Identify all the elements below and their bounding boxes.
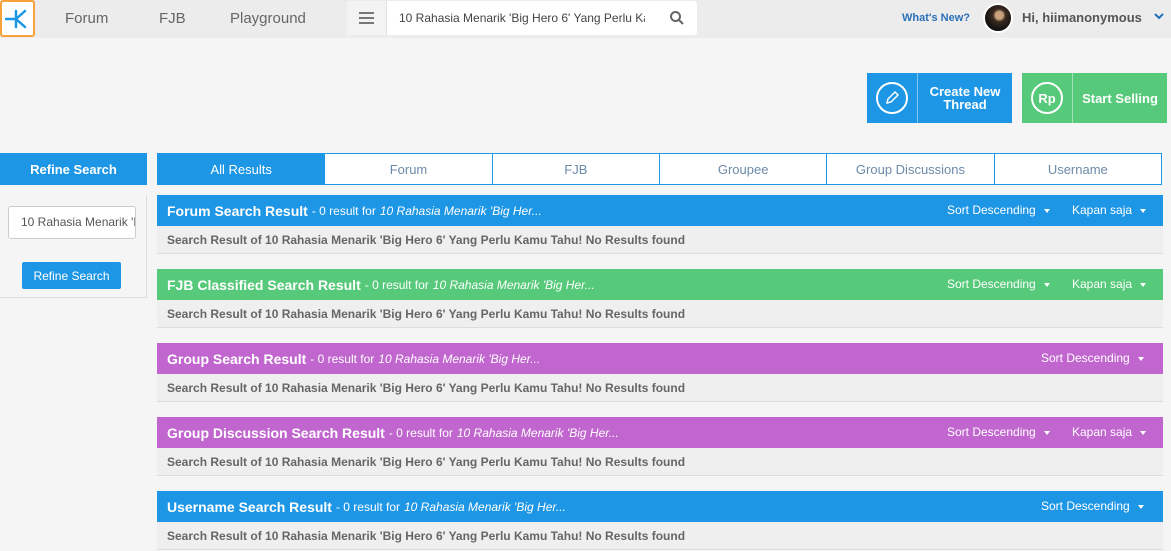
refine-search-panel: 10 Rahasia Menarik 'Big Hero 6' Yang Per…	[0, 195, 147, 298]
no-results-message: Search Result of 10 Rahasia Menarik 'Big…	[157, 226, 1163, 254]
result-query: 10 Rahasia Menarik 'Big Her...	[456, 425, 619, 440]
result-count: - 0 result for	[311, 203, 376, 218]
sort-dropdown[interactable]: Sort Descending	[947, 425, 1050, 439]
kaskus-logo-icon[interactable]	[0, 0, 35, 37]
sort-dropdown[interactable]: Sort Descending	[1041, 499, 1144, 513]
chevron-down-icon	[1043, 208, 1050, 213]
result-query: 10 Rahasia Menarik 'Big Her...	[378, 351, 541, 366]
result-count: - 0 result for	[364, 277, 429, 292]
tab-username[interactable]: Username	[994, 153, 1162, 185]
section-title: Group Search Result	[167, 350, 307, 367]
avatar[interactable]	[983, 3, 1013, 33]
user-greeting[interactable]: Hi, hiimanonymous	[1022, 10, 1142, 25]
whats-new-link[interactable]: What's New?	[902, 12, 970, 24]
time-dropdown[interactable]: Kapan saja	[1072, 203, 1147, 217]
chevron-down-icon	[1137, 356, 1144, 361]
nav-playground-link[interactable]: Playground	[230, 10, 306, 27]
result-query: 10 Rahasia Menarik 'Big Her...	[379, 203, 542, 218]
refine-search-title: Refine Search	[0, 153, 147, 185]
tab-fjb[interactable]: FJB	[492, 153, 660, 185]
chevron-down-icon	[1140, 282, 1147, 287]
no-results-message: Search Result of 10 Rahasia Menarik 'Big…	[157, 448, 1163, 476]
refine-search-button[interactable]: Refine Search	[22, 262, 121, 289]
create-thread-button[interactable]: Create New Thread	[867, 73, 1012, 123]
chevron-down-icon	[1137, 504, 1144, 509]
chevron-down-icon	[1043, 282, 1050, 287]
chevron-down-icon	[1140, 208, 1147, 213]
section-title: Username Search Result	[167, 498, 332, 515]
tab-groupee[interactable]: Groupee	[659, 153, 828, 185]
section-title: FJB Classified Search Result	[167, 276, 361, 293]
user-menu-chevron-icon[interactable]	[1152, 9, 1166, 23]
start-selling-button[interactable]: Rp Start Selling	[1022, 73, 1167, 123]
result-count: - 0 result for	[310, 351, 375, 366]
time-dropdown[interactable]: Kapan saja	[1072, 277, 1147, 291]
search-bar	[347, 1, 697, 35]
no-results-message: Search Result of 10 Rahasia Menarik 'Big…	[157, 300, 1163, 328]
sort-dropdown[interactable]: Sort Descending	[1041, 351, 1144, 365]
hamburger-menu-icon[interactable]	[347, 1, 387, 35]
result-query: 10 Rahasia Menarik 'Big Her...	[432, 277, 595, 292]
time-dropdown[interactable]: Kapan saja	[1072, 425, 1147, 439]
tab-group-discussions[interactable]: Group Discussions	[827, 153, 995, 185]
nav-forum-link[interactable]: Forum	[65, 10, 108, 27]
start-selling-label: Start Selling	[1082, 90, 1158, 106]
no-results-message: Search Result of 10 Rahasia Menarik 'Big…	[157, 522, 1163, 550]
group-result-section: Group Search Result - 0 result for 10 Ra…	[157, 343, 1163, 402]
result-query: 10 Rahasia Menarik 'Big Her...	[404, 499, 566, 514]
result-count: - 0 result for	[335, 499, 400, 514]
section-title: Group Discussion Search Result	[167, 424, 385, 441]
sort-dropdown[interactable]: Sort Descending	[947, 277, 1050, 291]
create-thread-label: Create New Thread	[929, 84, 1001, 112]
no-results-message: Search Result of 10 Rahasia Menarik 'Big…	[157, 374, 1163, 402]
forum-result-section: Forum Search Result - 0 result for 10 Ra…	[157, 195, 1163, 254]
tab-forum[interactable]: Forum	[325, 153, 493, 185]
nav-fjb-link[interactable]: FJB	[159, 10, 186, 27]
chevron-down-icon	[1140, 430, 1147, 435]
group-discussion-result-section: Group Discussion Search Result - 0 resul…	[157, 417, 1163, 476]
refine-search-input[interactable]: 10 Rahasia Menarik 'Big Hero 6' Yang Per…	[8, 206, 136, 239]
username-result-section: Username Search Result - 0 result for 10…	[157, 491, 1163, 550]
pencil-icon	[867, 73, 918, 123]
top-nav: Forum FJB Playground What's New? Hi, hii…	[0, 0, 1171, 38]
search-icon[interactable]	[669, 10, 685, 26]
result-tabs: All Results Forum FJB Groupee Group Disc…	[157, 153, 1162, 185]
section-title: Forum Search Result	[167, 202, 308, 219]
rupiah-icon: Rp	[1022, 73, 1073, 123]
search-input[interactable]	[399, 9, 645, 27]
sort-dropdown[interactable]: Sort Descending	[947, 203, 1050, 217]
fjb-result-section: FJB Classified Search Result - 0 result …	[157, 269, 1163, 328]
result-count: - 0 result for	[388, 425, 453, 440]
chevron-down-icon	[1043, 430, 1050, 435]
tab-all-results[interactable]: All Results	[157, 153, 326, 185]
